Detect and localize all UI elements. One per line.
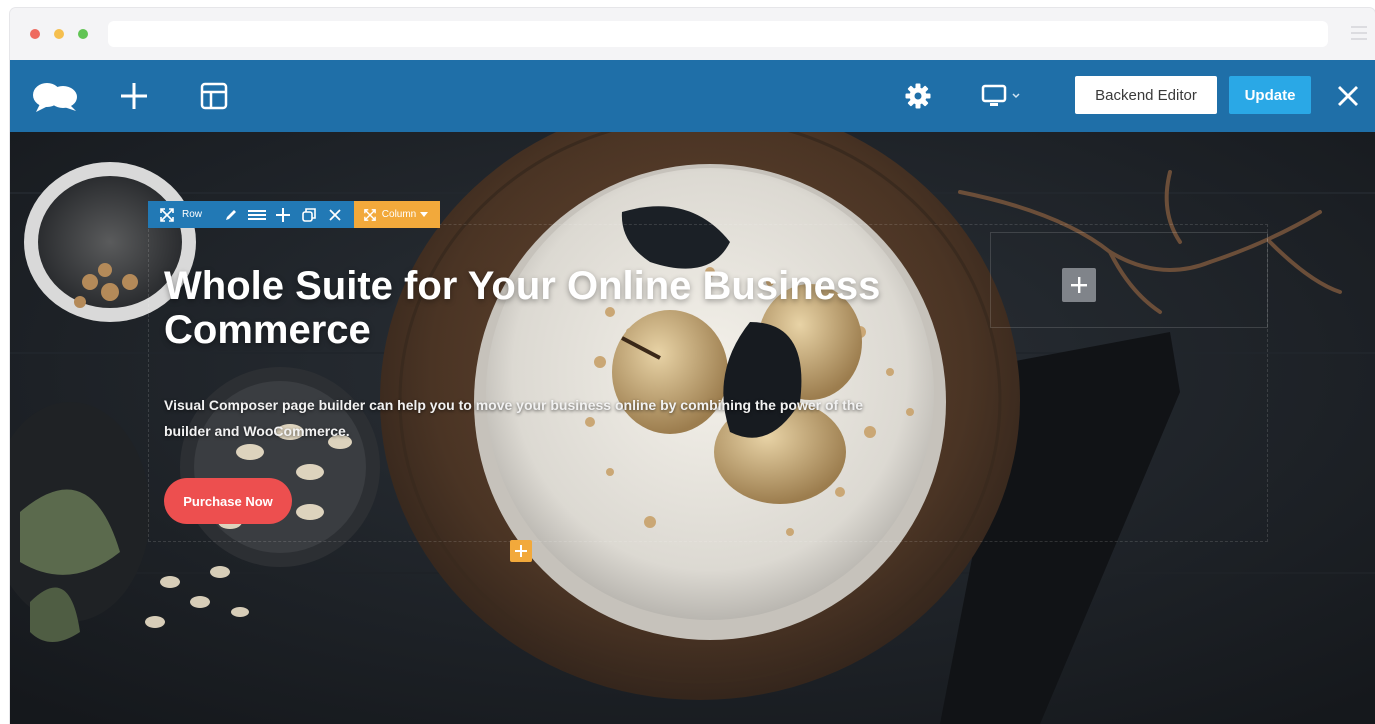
gear-icon[interactable] bbox=[900, 60, 936, 132]
layout-icon[interactable] bbox=[196, 60, 232, 132]
backend-editor-button[interactable]: Backend Editor bbox=[1075, 76, 1217, 114]
browser-chrome bbox=[10, 8, 1375, 60]
column-chevron-down-icon[interactable] bbox=[416, 211, 432, 218]
element-controls: Row Column bbox=[148, 201, 441, 228]
address-bar[interactable] bbox=[108, 21, 1328, 47]
hero-subtitle: Visual Composer page builder can help yo… bbox=[164, 397, 864, 439]
window-maximize-dot[interactable] bbox=[78, 29, 88, 39]
add-element-plus-icon[interactable] bbox=[116, 60, 152, 132]
row-edit-pencil-icon[interactable] bbox=[218, 201, 244, 228]
responsive-view-monitor-icon[interactable] bbox=[976, 60, 1028, 132]
browser-window: Backend Editor Update Row Column Whole S… bbox=[10, 8, 1375, 724]
column-move-icon[interactable] bbox=[362, 208, 378, 221]
column-outline[interactable] bbox=[990, 232, 1268, 328]
row-label[interactable]: Row bbox=[180, 209, 218, 220]
hero-section: Row Column Whole Suite for Your Online B… bbox=[10, 132, 1375, 724]
row-remove-close-icon[interactable] bbox=[322, 201, 348, 228]
browser-menu-icon[interactable] bbox=[1351, 26, 1367, 40]
close-icon[interactable] bbox=[1330, 60, 1366, 132]
window-close-dot[interactable] bbox=[30, 29, 40, 39]
purchase-now-button[interactable]: Purchase Now bbox=[164, 478, 292, 524]
window-minimize-dot[interactable] bbox=[54, 29, 64, 39]
row-menu-icon[interactable] bbox=[244, 201, 270, 228]
add-element-plus-icon[interactable] bbox=[510, 540, 532, 562]
row-controls: Row bbox=[148, 201, 355, 228]
cloud-logo-icon[interactable] bbox=[28, 60, 82, 132]
editor-toolbar: Backend Editor Update bbox=[10, 60, 1375, 132]
column-label[interactable]: Column bbox=[378, 209, 416, 220]
add-column-plus-icon[interactable] bbox=[1062, 268, 1096, 302]
row-move-icon[interactable] bbox=[154, 201, 180, 228]
update-button[interactable]: Update bbox=[1229, 76, 1311, 114]
hero-headline: Whole Suite for Your Online Business Com… bbox=[164, 264, 881, 352]
column-controls: Column bbox=[354, 201, 441, 228]
row-add-plus-icon[interactable] bbox=[270, 201, 296, 228]
row-clone-icon[interactable] bbox=[296, 201, 322, 228]
